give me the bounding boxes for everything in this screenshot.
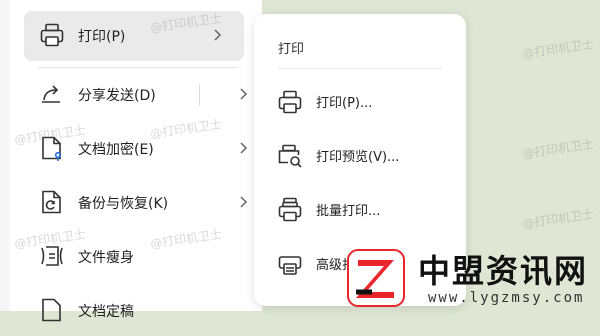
menu-separator (199, 84, 200, 106)
menu-item-label: 打印(P) (78, 29, 126, 45)
submenu-item-label: 打印(P)... (316, 96, 373, 111)
chevron-right-icon (210, 26, 226, 44)
batch-print-icon (276, 196, 304, 224)
menu-item-share[interactable]: 分享发送(D) (24, 70, 248, 120)
chevron-right-icon (236, 193, 252, 211)
submenu-item-print-preview[interactable]: 打印预览(V)... (266, 134, 456, 178)
submenu-title: 打印 (278, 42, 305, 57)
submenu-item-label: 批量打印... (316, 204, 381, 219)
printer-icon (276, 88, 304, 116)
printer-icon (38, 21, 66, 49)
left-edge (0, 0, 10, 311)
chevron-right-icon (236, 85, 252, 103)
menu-item-label: 文档定稿 (78, 304, 134, 320)
menu-divider (38, 67, 238, 68)
logo-url: www.lygzmsy.com (428, 290, 585, 306)
menu-item-label: 文件瘦身 (78, 250, 134, 266)
advanced-print-icon (276, 250, 304, 278)
menu-item-label: 文档加密(E) (78, 142, 154, 158)
site-logo: 中盟资讯网 www.lygzmsy.com (346, 242, 600, 311)
menu-item-label: 分享发送(D) (78, 88, 156, 104)
print-preview-icon (276, 142, 304, 170)
submenu-item-batch-print[interactable]: 批量打印... (266, 188, 456, 232)
submenu-divider (278, 68, 442, 69)
chevron-right-icon (236, 139, 252, 157)
z-logo-icon (346, 248, 406, 308)
menu-item-finalize[interactable]: 文档定稿 (24, 286, 244, 336)
file-menu-panel: 打印(P) 分享发送(D) 文档加密(E) 备份与恢复(K) 文件瘦身 文档定稿 (0, 0, 262, 322)
backup-restore-icon (38, 188, 66, 216)
document-lock-icon (38, 134, 66, 162)
menu-item-print[interactable]: 打印(P) (24, 11, 244, 61)
logo-name: 中盟资讯网 (418, 252, 589, 290)
menu-item-backup[interactable]: 备份与恢复(K) (24, 178, 248, 228)
document-finalize-icon (38, 296, 66, 324)
menu-item-label: 备份与恢复(K) (78, 196, 169, 212)
menu-item-file-slim[interactable]: 文件瘦身 (24, 232, 244, 282)
submenu-item-label: 打印预览(V)... (316, 150, 400, 165)
menu-item-encrypt[interactable]: 文档加密(E) (24, 124, 248, 174)
submenu-item-print[interactable]: 打印(P)... (266, 80, 456, 124)
file-slim-icon (38, 242, 66, 270)
share-icon (38, 80, 66, 108)
